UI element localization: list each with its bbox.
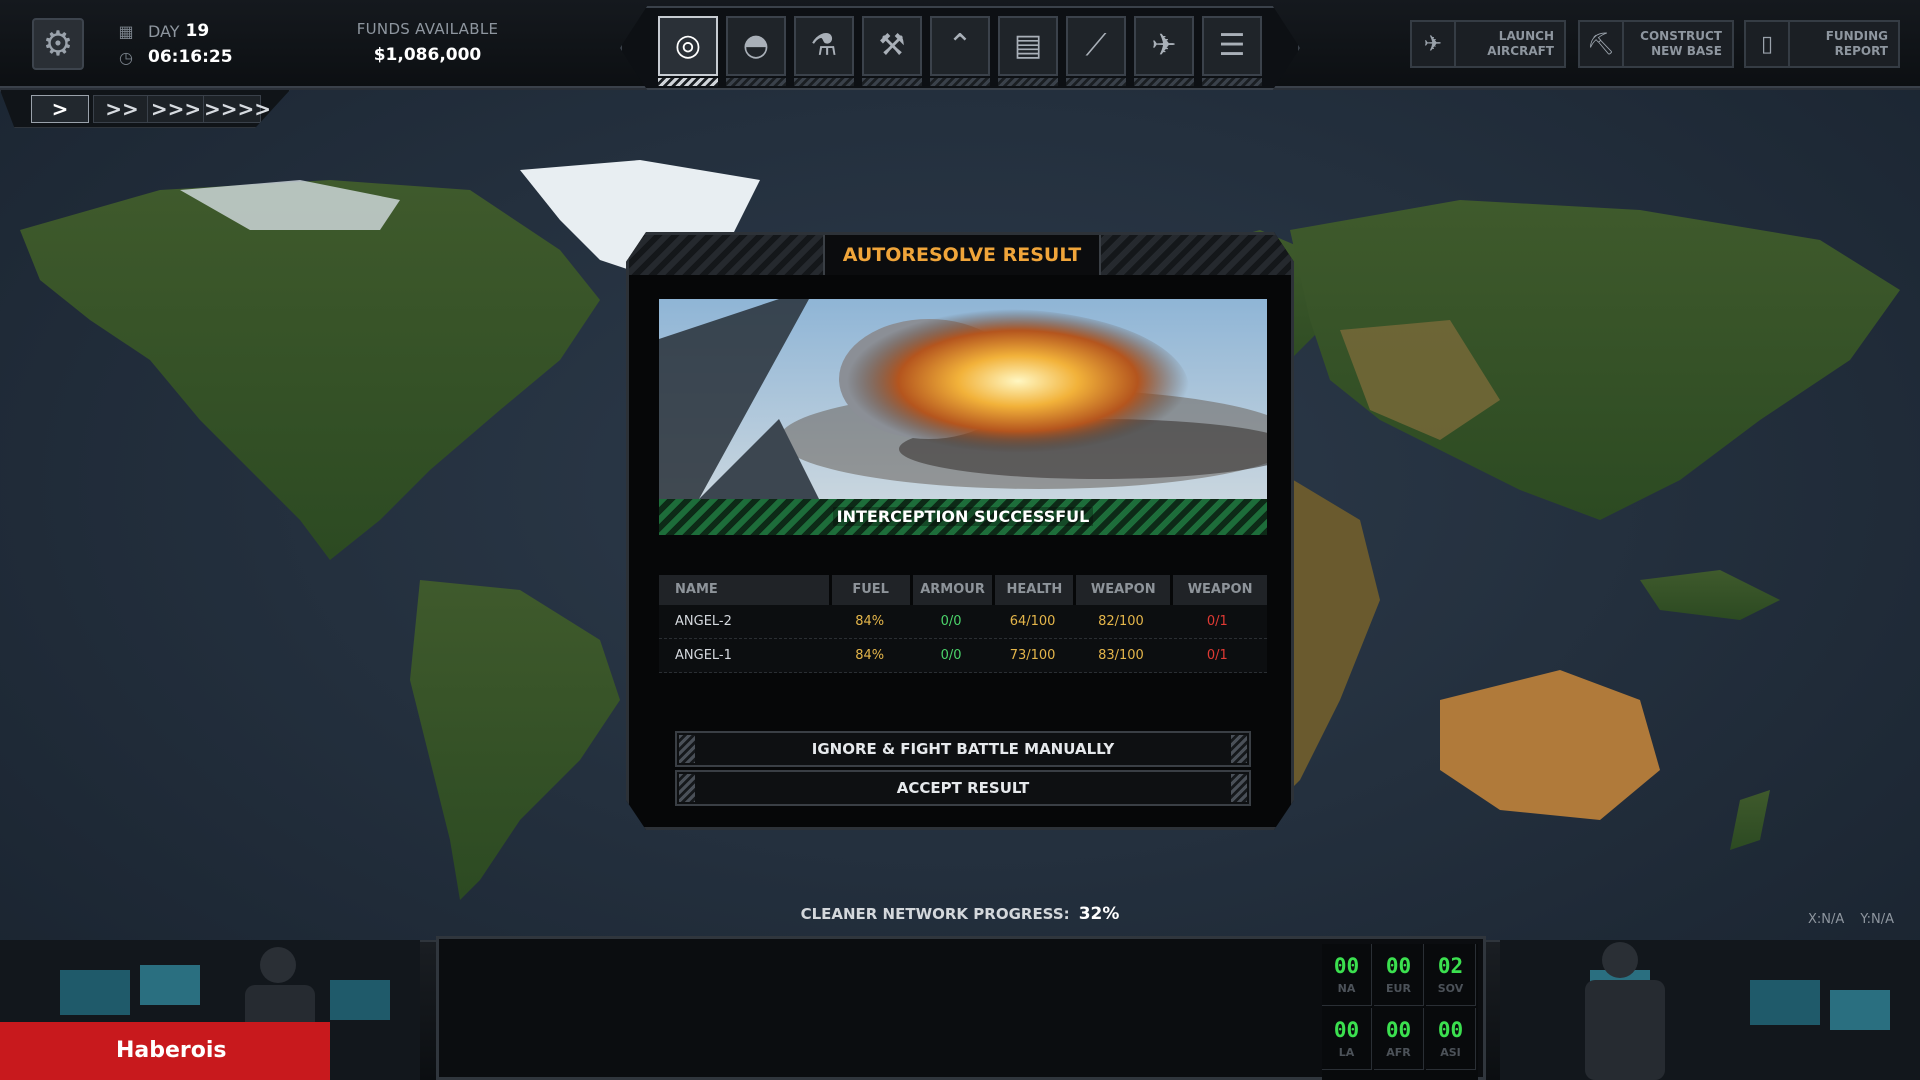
weapon-2-value: 0/1 (1206, 614, 1228, 629)
col-armour: ARMOUR (912, 575, 993, 605)
fuel-value: 84% (855, 648, 885, 663)
game-time: 06:16:25 (148, 47, 233, 67)
speed-4-button[interactable]: >>>> (203, 95, 271, 123)
microscope-icon: ⚗ (810, 28, 838, 63)
weapon-1-value: 82/100 (1098, 614, 1144, 629)
nav-base-button[interactable]: ◓ (726, 16, 786, 86)
excavator-icon: ⛏ (1580, 22, 1624, 66)
coord-x: X:N/A (1807, 912, 1845, 927)
weapon-1-value: 83/100 (1098, 648, 1144, 663)
player-name-tag: Haberois (0, 1022, 330, 1080)
region-label: EUR (1386, 982, 1411, 995)
nav-aircraft-button[interactable]: ✈ (1134, 16, 1194, 86)
funds-panel: FUNDS AVAILABLE $1,086,000 (340, 20, 515, 65)
health-value: 73/100 (1009, 648, 1056, 663)
armour-value: 0/0 (940, 648, 962, 663)
table-row: ANGEL-1 84% 0/0 73/100 83/100 0/1 (659, 639, 1267, 673)
region-label: SOV (1437, 982, 1464, 995)
funds-value: $1,086,000 (373, 45, 482, 65)
autoresolve-dialog: AUTORESOLVE RESULT INTERCEPTION SUCCESSF… (626, 232, 1294, 830)
region-label: LA (1338, 1046, 1355, 1059)
region-label: NA (1337, 982, 1356, 995)
wrench-icon: ⚒ (878, 28, 906, 63)
speed-2-button[interactable]: >> (93, 95, 151, 123)
region-value: 00 (1333, 1018, 1360, 1042)
funds-label: FUNDS AVAILABLE (356, 20, 499, 38)
date-time-panel: ▦ DAY 19 ◷ 06:16:25 (116, 18, 316, 70)
speed-3-button[interactable]: >>> (147, 95, 205, 123)
settings-button[interactable]: ⚙ (32, 18, 84, 70)
time-speed-bar: > >> >>> >>>> (0, 90, 290, 128)
speed-1-button[interactable]: > (31, 95, 89, 123)
region-value: 02 (1437, 954, 1464, 978)
col-name: NAME (659, 575, 829, 605)
right-operator-scene (1500, 940, 1920, 1080)
col-weapon-2: WEAPON (1173, 575, 1267, 605)
armour-value: 0/0 (940, 614, 962, 629)
nav-archive-button[interactable]: ☰ (1202, 16, 1262, 86)
construct-new-base-button[interactable]: ⛏ CONSTRUCT NEW BASE (1578, 20, 1734, 68)
calendar-icon: ▦ (118, 22, 134, 41)
rank-chevron-icon: ⌃ (947, 28, 973, 63)
region-panic-panel: 00 NA 00 EUR 02 SOV 00 LA 00 AFR 00 ASI (1322, 944, 1478, 1080)
launch-aircraft-button[interactable]: ✈ LAUNCH AIRCRAFT (1410, 20, 1566, 68)
globe-icon: ◎ (674, 28, 702, 63)
main-nav: ◎ ◓ ⚗ ⚒ ⌃ ▤ ⟋ ✈ ☰ (620, 6, 1300, 90)
region-eur: 00 EUR (1374, 944, 1424, 1006)
region-value: 00 (1333, 954, 1360, 978)
nav-soldiers-button[interactable]: ⌃ (930, 16, 990, 86)
region-label: AFR (1386, 1046, 1411, 1059)
region-na: 00 NA (1322, 944, 1372, 1006)
health-value: 64/100 (1009, 614, 1056, 629)
nav-weapons-button[interactable]: ⟋ (1066, 16, 1126, 86)
nav-research-button[interactable]: ⚗ (794, 16, 854, 86)
accept-result-button[interactable]: ACCEPT RESULT (675, 770, 1251, 806)
day-value: 19 (185, 21, 210, 41)
aircraft-name: ANGEL-1 (675, 648, 732, 663)
region-value: 00 (1437, 1018, 1464, 1042)
col-health: HEALTH (995, 575, 1074, 605)
dialog-title: AUTORESOLVE RESULT (823, 235, 1101, 275)
region-afr: 00 AFR (1374, 1008, 1424, 1070)
col-weapon-1: WEAPON (1076, 575, 1171, 605)
clock-icon: ◷ (119, 48, 133, 67)
nav-geoscape-button[interactable]: ◎ (658, 16, 718, 86)
dialog-header: AUTORESOLVE RESULT (629, 235, 1291, 275)
region-value: 00 (1385, 954, 1412, 978)
map-coordinates: X:N/A Y:N/A (1796, 912, 1894, 927)
progress-value: 32% (1078, 904, 1120, 924)
storage-icon: ▤ (1013, 28, 1043, 63)
interception-artwork (659, 299, 1267, 499)
region-sov: 02 SOV (1426, 944, 1476, 1006)
jet-icon: ✈ (1151, 28, 1177, 63)
fuel-value: 84% (855, 614, 885, 629)
nav-engineering-button[interactable]: ⚒ (862, 16, 922, 86)
interception-status-banner: INTERCEPTION SUCCESSFUL (659, 499, 1267, 535)
table-header: NAME FUEL ARMOUR HEALTH WEAPON WEAPON (659, 575, 1267, 605)
rifle-icon: ⟋ (1085, 28, 1107, 63)
coord-y: Y:N/A (1860, 912, 1894, 927)
table-row: ANGEL-2 84% 0/0 64/100 82/100 0/1 (659, 605, 1267, 639)
base-dome-icon: ◓ (742, 28, 770, 63)
aircraft-name: ANGEL-2 (675, 614, 732, 629)
gear-icon: ⚙ (42, 24, 74, 64)
region-value: 00 (1385, 1018, 1412, 1042)
region-label: ASI (1440, 1046, 1461, 1059)
region-la: 00 LA (1322, 1008, 1372, 1070)
nav-stores-button[interactable]: ▤ (998, 16, 1058, 86)
report-icon: ▯ (1746, 22, 1790, 66)
aircraft-status-table: NAME FUEL ARMOUR HEALTH WEAPON WEAPON AN… (659, 575, 1267, 673)
cleaner-network-progress: CLEANER NETWORK PROGRESS: 32% (700, 904, 1220, 924)
aircraft-icon: ✈ (1412, 22, 1456, 66)
day-label: DAY (148, 21, 180, 41)
weapon-2-value: 0/1 (1206, 648, 1228, 663)
fight-manually-button[interactable]: IGNORE & FIGHT BATTLE MANUALLY (675, 731, 1251, 767)
funding-report-button[interactable]: ▯ FUNDING REPORT (1744, 20, 1900, 68)
interception-status-text: INTERCEPTION SUCCESSFUL (832, 507, 1094, 526)
region-asi: 00 ASI (1426, 1008, 1476, 1070)
archive-icon: ☰ (1218, 28, 1246, 63)
col-fuel: FUEL (831, 575, 910, 605)
progress-label: CLEANER NETWORK PROGRESS: (800, 905, 1070, 923)
